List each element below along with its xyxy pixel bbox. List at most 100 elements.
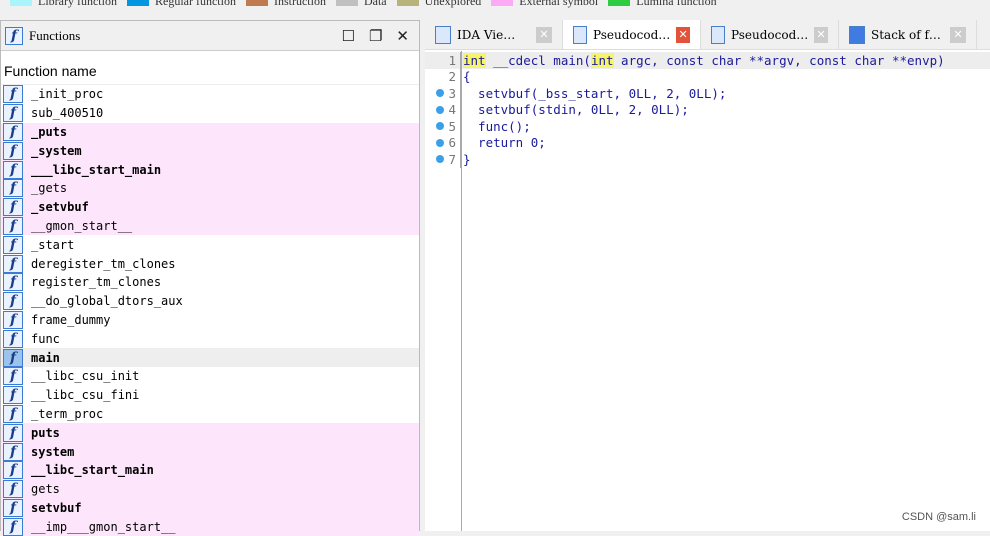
line-gutter[interactable]: 3 (425, 85, 461, 102)
panel-title: Functions (29, 27, 81, 43)
tab-1[interactable]: Pseudocod… ✕ (563, 20, 701, 49)
function-row[interactable]: f ___libc_start_main (1, 160, 419, 179)
function-icon: f (3, 160, 23, 179)
function-icon: f (3, 254, 23, 273)
line-gutter[interactable]: 1 (425, 52, 461, 69)
code-line[interactable]: 2{ (425, 68, 990, 85)
function-row[interactable]: f sub_400510 (1, 104, 419, 123)
legend-label: Regular function (154, 0, 236, 8)
view-icon (435, 25, 451, 44)
function-row[interactable]: f __imp___gmon_start__ (1, 517, 419, 536)
function-icon: f (3, 480, 23, 499)
line-gutter[interactable]: 7 (425, 151, 461, 168)
breakpoint-dot-icon[interactable] (436, 105, 445, 114)
code-line[interactable]: 1 int __cdecl main(int argc, const char *… (425, 52, 990, 69)
function-icon: f (3, 461, 23, 480)
line-gutter[interactable]: 6 (425, 134, 461, 151)
function-row[interactable]: f puts (1, 423, 419, 443)
line-gutter[interactable]: 4 (425, 101, 461, 118)
tab-close-icon[interactable]: ✕ (814, 26, 828, 43)
function-row[interactable]: f __do_global_dtors_aux (1, 292, 419, 311)
function-row[interactable]: f frame_dummy (1, 310, 419, 330)
watermark: CSDN @sam.li (901, 511, 976, 523)
tab-bar: IDA Vie… ✕ Pseudocod… ✕ Pseudocod… ✕ Stack of … (425, 20, 990, 50)
legend-swatch (608, 0, 631, 6)
legend-swatch (10, 0, 32, 6)
breakpoint-dot-icon[interactable] (436, 138, 445, 147)
line-gutter[interactable]: 5 (425, 118, 461, 135)
function-row[interactable]: f _gets (1, 178, 419, 198)
function-icon: f (3, 216, 23, 235)
function-row[interactable]: f deregister_tm_clones (1, 254, 419, 273)
tab-label: Stack of f… (871, 27, 941, 42)
tab-close-icon[interactable]: ✕ (676, 26, 690, 43)
function-name: __libc_start_main (31, 463, 154, 478)
maximize-icon[interactable]: ☐ (342, 27, 355, 45)
tab-close-icon[interactable]: ✕ (950, 26, 966, 43)
legend-swatch (335, 0, 358, 6)
code-line[interactable]: 3 setvbuf(_bss_start, 0LL, 2, 0LL); (425, 85, 990, 102)
legend-swatch (126, 0, 149, 6)
function-row[interactable]: f _term_proc (1, 404, 419, 424)
tab-label: Pseudocod… (731, 27, 809, 42)
function-icon: f (3, 329, 23, 348)
tab-close-icon[interactable]: ✕ (536, 26, 552, 43)
function-icon: f (3, 310, 23, 329)
code-text: } (463, 151, 471, 167)
function-row[interactable]: f main (1, 348, 419, 367)
function-row[interactable]: f _start (1, 235, 419, 254)
breakpoint-dot-icon[interactable] (436, 122, 445, 131)
function-row[interactable]: f register_tm_clones (1, 273, 419, 292)
line-number: 7 (448, 151, 456, 167)
function-name: _puts (31, 124, 68, 139)
close-icon[interactable]: ✕ (396, 27, 409, 45)
function-name: _init_proc (31, 87, 104, 102)
code-line[interactable]: 5 func(); (425, 118, 990, 135)
function-icon: f (3, 498, 23, 517)
function-name: __do_global_dtors_aux (31, 294, 183, 309)
function-name: main (31, 350, 60, 365)
code-line[interactable]: 4 setvbuf(stdin, 0LL, 2, 0LL); (425, 101, 990, 118)
function-row[interactable]: f gets (1, 479, 419, 499)
line-number: 3 (448, 85, 456, 101)
function-row[interactable]: f _setvbuf (1, 197, 419, 217)
breakpoint-dot-icon[interactable] (436, 155, 445, 164)
function-row[interactable]: f system (1, 442, 419, 461)
code-text: setvbuf(stdin, 0LL, 2, 0LL); (463, 102, 689, 118)
function-name: _system (31, 143, 82, 158)
function-row[interactable]: f _system (1, 141, 419, 161)
function-icon: f (3, 348, 23, 367)
functions-panel: f Functions ☐ ❐ ✕ Function name f _init_p… (0, 20, 420, 536)
function-name: setvbuf (31, 500, 82, 515)
code-line[interactable]: 6 return 0; (425, 134, 990, 151)
tab-2[interactable]: Pseudocod… ✕ (701, 20, 839, 49)
code-line[interactable]: 7} (425, 151, 990, 168)
function-row[interactable]: f setvbuf (1, 498, 419, 518)
tab-0[interactable]: IDA Vie… ✕ (425, 20, 563, 49)
line-number: 6 (448, 135, 456, 151)
line-gutter[interactable]: 2 (425, 68, 461, 85)
function-row[interactable]: f _puts (1, 122, 419, 142)
function-row[interactable]: f __gmon_start__ (1, 216, 419, 236)
function-list: f _init_proc f sub_400510 f _puts f _system f ___… (1, 85, 419, 536)
function-name: _term_proc (31, 406, 104, 421)
function-row[interactable]: f __libc_start_main (1, 460, 419, 480)
function-icon: f (3, 367, 23, 386)
column-header-function-name[interactable]: Function name (1, 57, 419, 85)
function-name: func (31, 331, 60, 346)
function-icon: f (3, 104, 23, 123)
tab-3[interactable]: Stack of f… ✕ (839, 20, 977, 49)
breakpoint-dot-icon[interactable] (436, 89, 445, 98)
legend-swatch (396, 0, 419, 6)
line-number: 5 (448, 118, 456, 134)
restore-icon[interactable]: ❐ (369, 27, 382, 45)
function-row[interactable]: f func (1, 329, 419, 348)
pseudocode-icon (711, 25, 725, 44)
code-view[interactable]: 1 int __cdecl main(int argc, const char *… (425, 50, 990, 168)
code-text: { (463, 69, 471, 85)
function-icon: f (3, 292, 23, 311)
function-row[interactable]: f _init_proc (1, 85, 419, 104)
function-row[interactable]: f __libc_csu_fini (1, 386, 419, 405)
line-number: 1 (448, 52, 456, 68)
function-row[interactable]: f __libc_csu_init (1, 367, 419, 386)
